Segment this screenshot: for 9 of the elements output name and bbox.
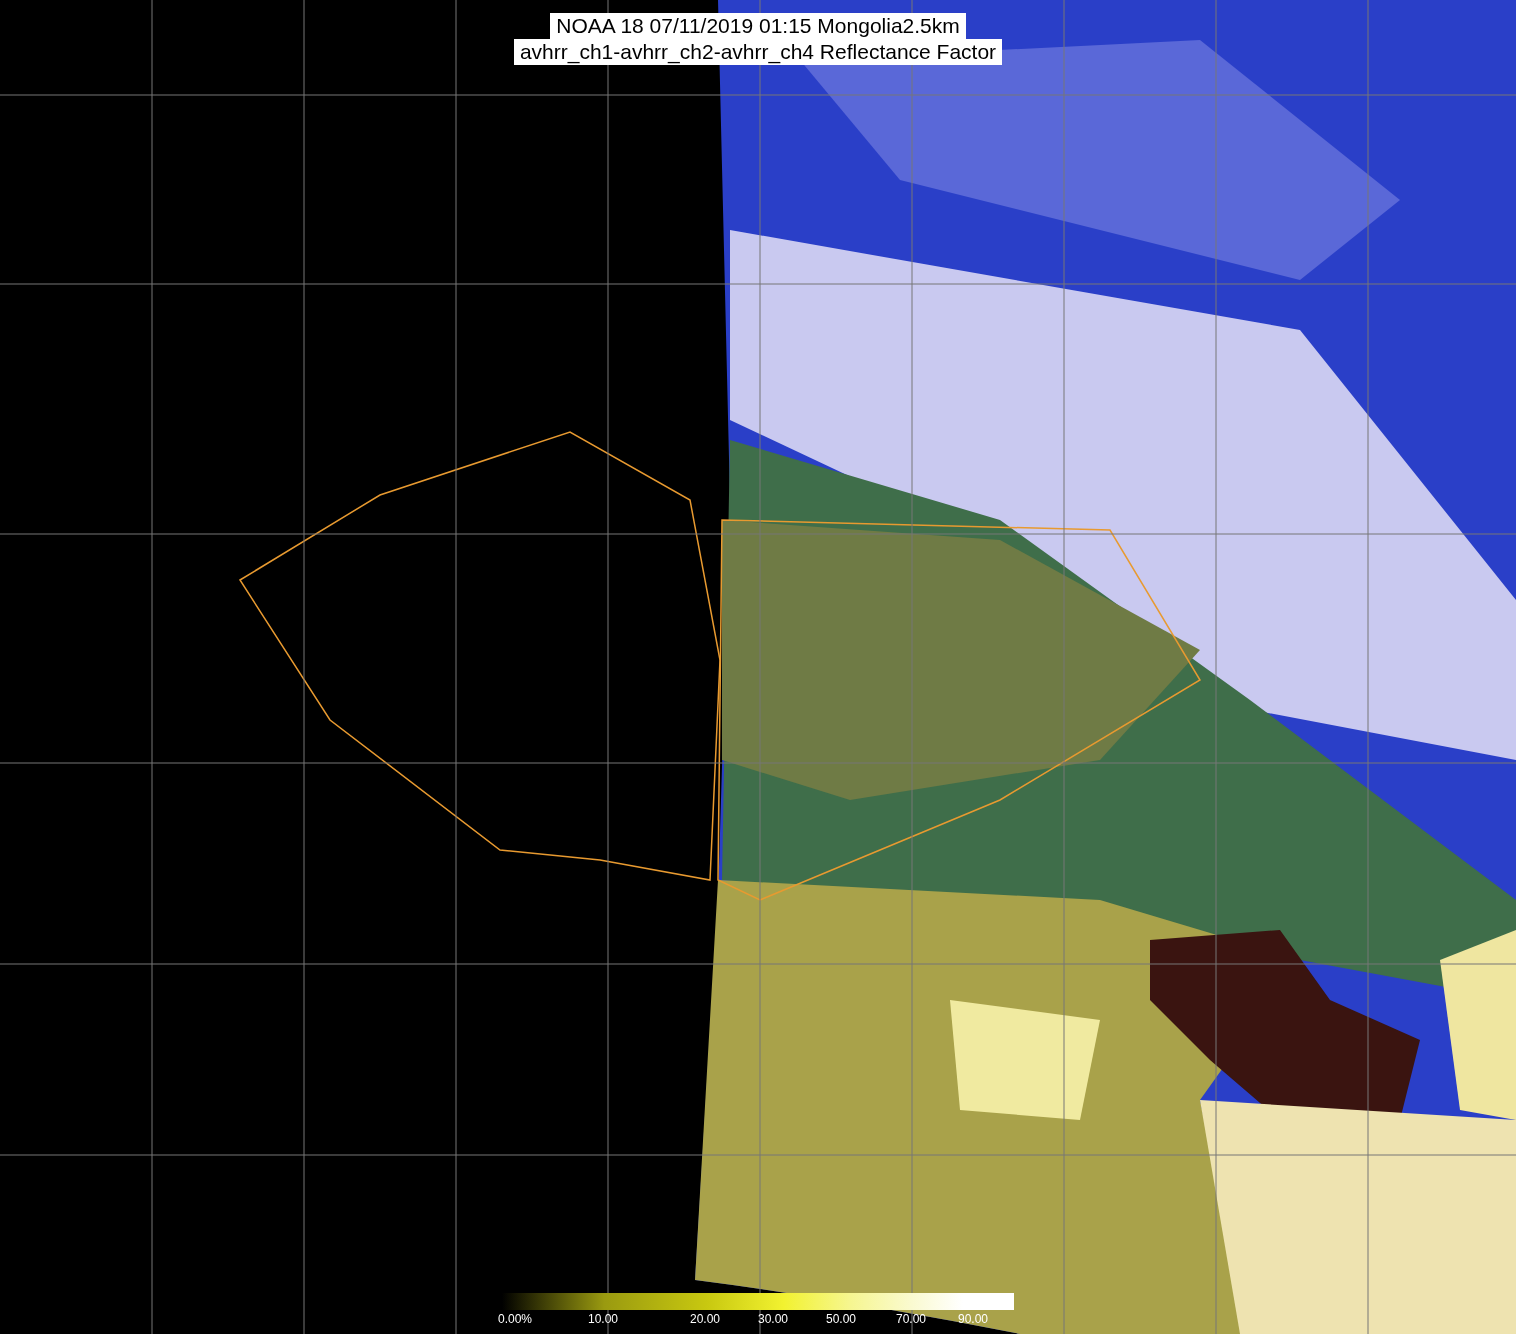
scale-label: 10.00 bbox=[588, 1312, 619, 1326]
scale-label: 70.00 bbox=[896, 1312, 927, 1326]
map-title: avhrr_ch1-avhrr_ch2-avhrr_ch4 Reflectance Factor bbox=[513, 39, 1003, 65]
scale-label: 90.00 bbox=[958, 1312, 989, 1326]
scale-label: 50.00 bbox=[826, 1312, 857, 1326]
map-title: NOAA 18 07/11/2019 01:15 Mongolia2.5km bbox=[550, 13, 966, 39]
scale-label: 30.00 bbox=[758, 1312, 789, 1326]
scale-label: 20.00 bbox=[690, 1312, 721, 1326]
scale-label: 0.00% bbox=[498, 1312, 533, 1326]
